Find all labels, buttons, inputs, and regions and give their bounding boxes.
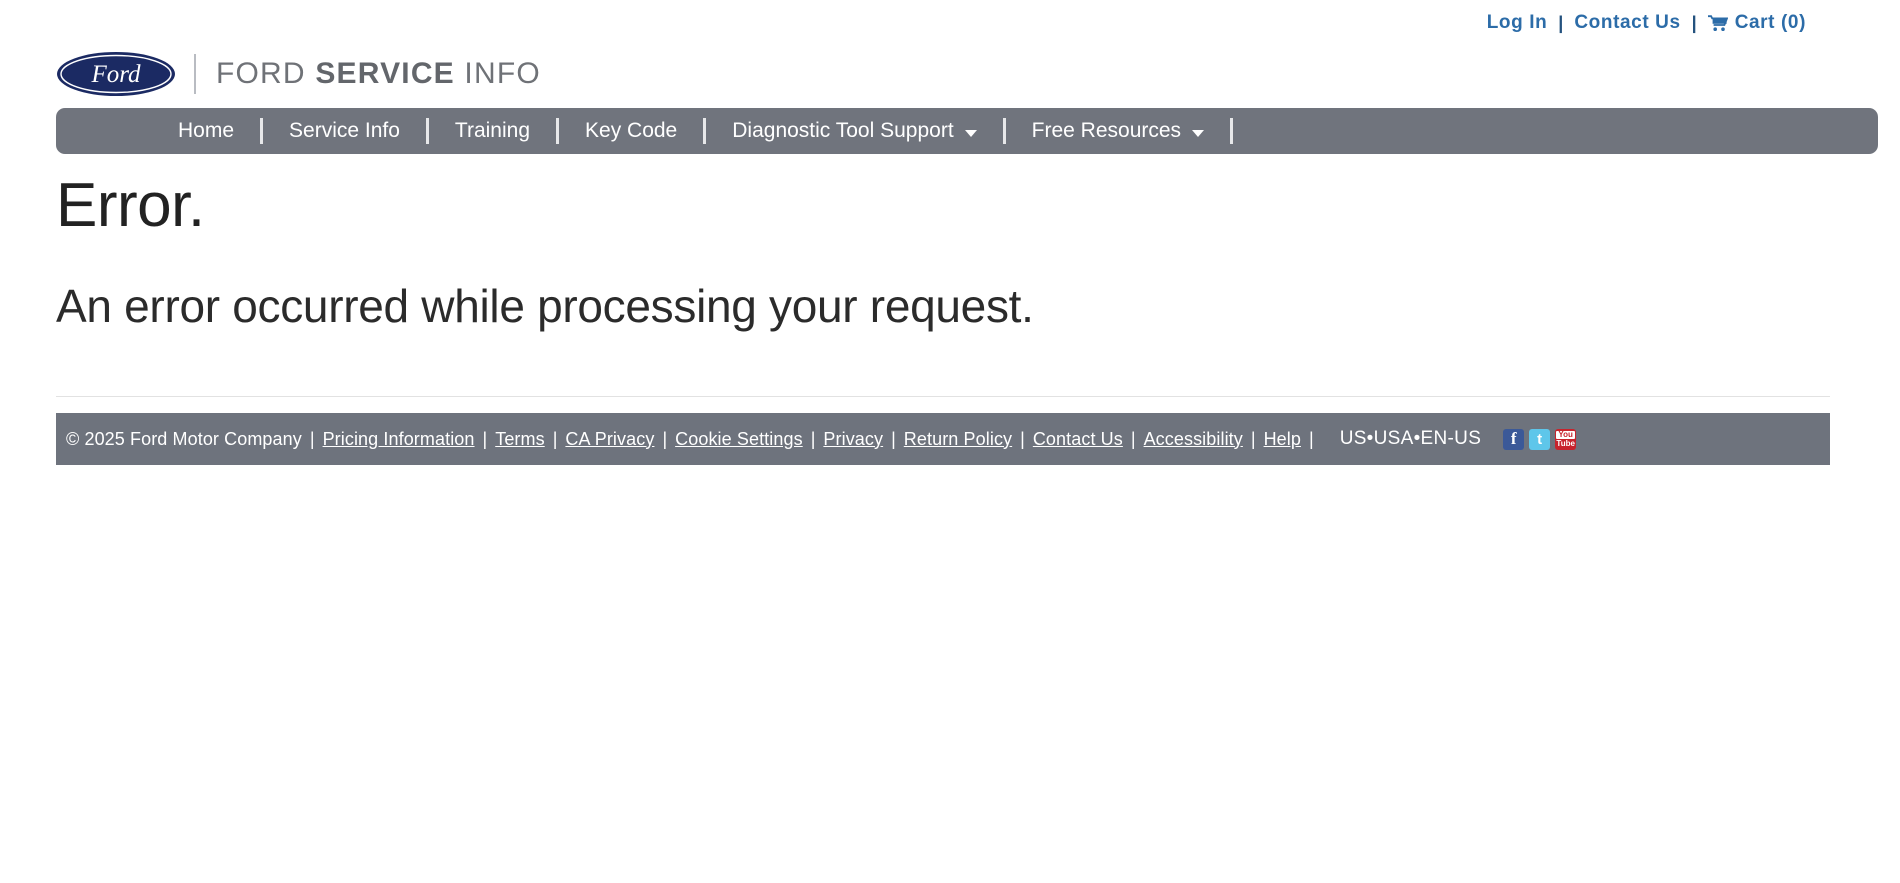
utility-separator-1: | xyxy=(1558,12,1564,33)
utility-bar: Log In | Contact Us | Cart (0) xyxy=(0,0,1830,46)
nav-item-service-info[interactable]: Service Info xyxy=(263,108,426,154)
logo-word-service: SERVICE xyxy=(315,57,455,90)
footer-link-help[interactable]: Help xyxy=(1264,429,1301,450)
chevron-down-icon xyxy=(964,129,977,137)
footer-link-ca-privacy[interactable]: CA Privacy xyxy=(565,429,654,450)
nav-divider-6 xyxy=(1230,118,1234,144)
footer-separator-9: | xyxy=(1250,428,1256,449)
nav-label-diagnostic-tool-support: Diagnostic Tool Support xyxy=(732,119,954,142)
footer-separator-3: | xyxy=(552,428,558,449)
nav-item-key-code[interactable]: Key Code xyxy=(559,108,703,154)
footer-link-cookie-settings[interactable]: Cookie Settings xyxy=(675,429,803,450)
error-message: An error occurred while processing your … xyxy=(56,280,1034,333)
chevron-down-icon xyxy=(1192,129,1205,137)
footer-separator-5: | xyxy=(810,428,816,449)
logo-word-ford: FORD xyxy=(216,57,316,90)
social-links: f t You Tube xyxy=(1503,428,1577,450)
login-link[interactable]: Log In xyxy=(1487,12,1548,34)
footer-separator-10: | xyxy=(1309,428,1314,449)
main-navigation: Home Service Info Training Key Code Diag… xyxy=(56,108,1878,154)
facebook-icon[interactable]: f xyxy=(1503,428,1525,450)
svg-text:Ford: Ford xyxy=(90,61,141,88)
footer-separator-4: | xyxy=(662,428,668,449)
youtube-icon-bottom: Tube xyxy=(1556,438,1575,448)
footer-separator-2: | xyxy=(482,428,488,449)
footer-separator-8: | xyxy=(1130,428,1136,449)
cart-link[interactable]: Cart (0) xyxy=(1707,12,1806,34)
site-footer: © 2025 Ford Motor Company | Pricing Info… xyxy=(56,413,1830,465)
footer-separator-1: | xyxy=(309,428,315,449)
footer-link-pricing-information[interactable]: Pricing Information xyxy=(323,429,475,450)
logo-wordmark: FORD SERVICE INFO xyxy=(216,59,541,89)
footer-separator-7: | xyxy=(1020,428,1025,449)
nav-item-training[interactable]: Training xyxy=(429,108,556,154)
logo-word-info: INFO xyxy=(454,57,541,90)
copyright-text: © 2025 Ford Motor Company xyxy=(66,428,302,449)
page-root: Log In | Contact Us | Cart (0) Ford FORD… xyxy=(0,0,1900,883)
footer-link-return-policy[interactable]: Return Policy xyxy=(904,429,1012,450)
youtube-icon-top: You xyxy=(1556,429,1575,439)
footer-link-terms[interactable]: Terms xyxy=(495,429,545,450)
footer-link-privacy[interactable]: Privacy xyxy=(823,429,883,450)
youtube-icon[interactable]: You Tube xyxy=(1555,428,1577,450)
footer-link-contact-us[interactable]: Contact Us xyxy=(1033,429,1123,450)
logo-divider xyxy=(194,54,196,94)
main-content: Error. An error occurred while processin… xyxy=(56,170,1830,397)
twitter-icon[interactable]: t xyxy=(1529,428,1551,450)
utility-separator-2: | xyxy=(1691,12,1697,33)
site-logo[interactable]: Ford FORD SERVICE INFO xyxy=(56,46,541,102)
shopping-cart-icon xyxy=(1707,14,1728,32)
footer-link-accessibility[interactable]: Accessibility xyxy=(1144,429,1243,450)
nav-label-free-resources: Free Resources xyxy=(1031,119,1182,142)
locale-indicator: US•USA•EN-US xyxy=(1339,428,1482,449)
footer-separator-6: | xyxy=(891,428,896,449)
contact-us-link[interactable]: Contact Us xyxy=(1574,12,1680,34)
cart-label: Cart (0) xyxy=(1734,12,1806,33)
nav-item-free-resources[interactable]: Free Resources xyxy=(1006,108,1230,154)
nav-item-home[interactable]: Home xyxy=(152,108,260,154)
nav-item-diagnostic-tool-support[interactable]: Diagnostic Tool Support xyxy=(706,108,1002,154)
page-title: Error. xyxy=(56,171,205,240)
content-divider xyxy=(56,396,1830,397)
ford-oval-icon: Ford xyxy=(56,51,176,97)
